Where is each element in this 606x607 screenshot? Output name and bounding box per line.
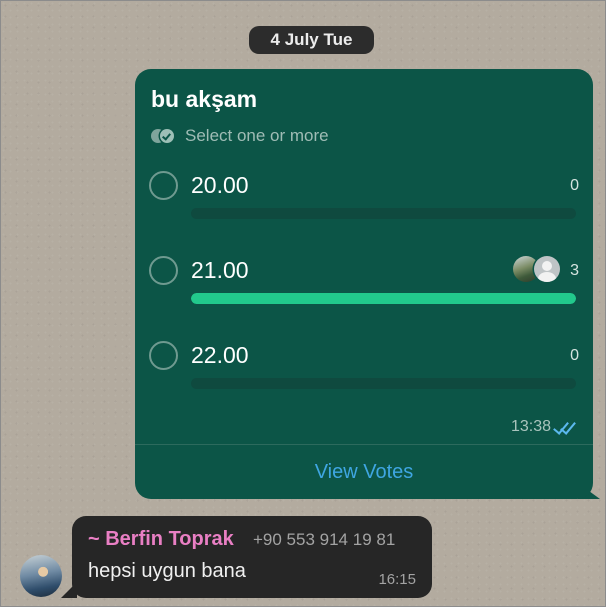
- message-time: 16:15: [378, 571, 416, 588]
- sender-phone: +90 553 914 19 81: [253, 530, 396, 549]
- vote-count: 3: [570, 262, 579, 279]
- message-time: 13:38: [510, 418, 551, 435]
- message-text: hepsi uygun bana: [88, 560, 246, 582]
- option-label: 21.00: [191, 257, 249, 283]
- vote-progress-bar: [191, 293, 576, 304]
- radio-button[interactable]: [149, 171, 178, 200]
- poll-title: bu akşam: [151, 86, 258, 112]
- radio-button[interactable]: [149, 256, 178, 285]
- option-label: 22.00: [191, 342, 249, 368]
- vote-count: 0: [570, 347, 579, 364]
- default-person-avatar-icon: [534, 256, 560, 282]
- poll-option-3[interactable]: 22.00 0: [149, 341, 579, 401]
- double-check-read-icon: [553, 418, 576, 435]
- received-message-bubble[interactable]: ~ Berfin Toprak +90 553 914 19 81 hepsi …: [72, 516, 432, 598]
- voter-avatars[interactable]: [513, 256, 563, 284]
- poll-option-1[interactable]: 20.00 0: [149, 171, 579, 231]
- vote-count: 0: [570, 177, 579, 194]
- poll-subtitle: Select one or more: [185, 126, 329, 145]
- date-separator: 4 July Tue: [249, 26, 374, 54]
- vote-progress-fill: [191, 293, 576, 304]
- poll-select-hint: Select one or more: [151, 126, 329, 146]
- vote-progress-bar: [191, 378, 576, 389]
- poll-message-bubble[interactable]: bu akşam Select one or more 20.00 0 21.0…: [135, 69, 593, 499]
- vote-progress-bar: [191, 208, 576, 219]
- sender-avatar[interactable]: [20, 555, 62, 597]
- option-label: 20.00: [191, 172, 249, 198]
- radio-button[interactable]: [149, 341, 178, 370]
- sender-name[interactable]: ~ Berfin Toprak: [88, 528, 234, 551]
- poll-option-2[interactable]: 21.00 3: [149, 256, 579, 316]
- multi-select-icon: [151, 127, 177, 145]
- view-votes-button[interactable]: View Votes: [135, 445, 593, 499]
